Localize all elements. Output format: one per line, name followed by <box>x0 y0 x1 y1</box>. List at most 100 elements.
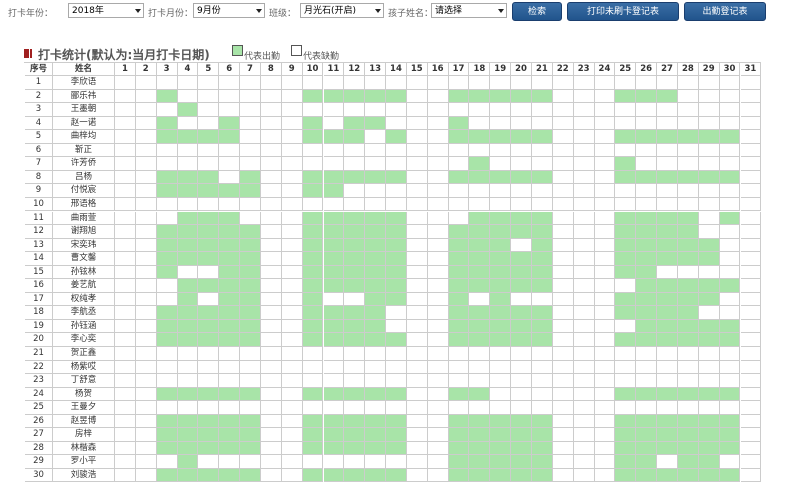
day-absent-cell <box>573 103 595 117</box>
day-absent-cell <box>552 306 574 320</box>
child-select[interactable]: 请选择 <box>431 3 507 18</box>
day-present-cell <box>302 333 324 347</box>
day-present-cell <box>365 225 387 239</box>
day-absent-cell <box>115 76 136 90</box>
day-present-cell <box>469 130 491 144</box>
day-present-cell <box>240 414 261 429</box>
day-present-cell <box>219 116 241 131</box>
print-unswiped-button[interactable]: 打印未刷卡登记表 <box>567 2 679 21</box>
row-name: 许芳侨 <box>53 157 115 171</box>
day-present-cell <box>490 170 512 185</box>
day-present-cell <box>532 238 553 253</box>
day-absent-cell <box>260 360 282 375</box>
day-absent-cell <box>740 103 762 117</box>
day-absent-cell <box>636 374 658 388</box>
row-name: 孙铉林 <box>53 265 115 280</box>
day-present-cell <box>323 238 345 253</box>
day-absent-cell <box>677 184 699 198</box>
day-absent-cell <box>552 292 574 307</box>
day-absent-cell <box>573 428 595 442</box>
row-seq: 2 <box>25 89 53 104</box>
day-absent-cell <box>406 279 428 293</box>
day-absent-cell <box>240 157 261 171</box>
day-absent-cell <box>594 401 616 415</box>
day-absent-cell <box>323 374 345 388</box>
header-day: 1 <box>115 63 136 76</box>
day-present-cell <box>636 306 658 320</box>
day-absent-cell <box>719 360 741 375</box>
day-absent-cell <box>177 116 199 131</box>
attendance-register-button[interactable]: 出勤登记表 <box>684 2 766 21</box>
day-absent-cell <box>219 347 241 361</box>
day-absent-cell <box>156 360 178 375</box>
day-present-cell <box>198 252 220 266</box>
day-present-cell <box>156 252 178 266</box>
day-present-cell <box>198 130 220 144</box>
day-absent-cell <box>677 265 699 280</box>
day-absent-cell <box>448 76 470 90</box>
day-absent-cell <box>135 238 157 253</box>
day-absent-cell <box>615 360 637 375</box>
day-present-cell <box>198 184 220 198</box>
header-day: 24 <box>594 63 616 76</box>
day-present-cell <box>386 468 407 483</box>
day-absent-cell <box>636 401 658 415</box>
row-name: 李心奕 <box>53 333 115 347</box>
day-absent-cell <box>281 292 303 307</box>
day-present-cell <box>156 116 178 131</box>
day-absent-cell <box>594 360 616 375</box>
day-absent-cell <box>281 103 303 117</box>
day-absent-cell <box>636 143 658 158</box>
year-label: 打卡年份： <box>8 9 54 19</box>
day-present-cell <box>365 468 387 483</box>
day-absent-cell <box>365 455 387 469</box>
day-absent-cell <box>740 238 762 253</box>
day-absent-cell <box>740 387 762 402</box>
day-absent-cell <box>260 130 282 144</box>
year-select[interactable]: 2018年 <box>68 3 144 18</box>
day-present-cell <box>490 279 512 293</box>
day-present-cell <box>698 292 720 307</box>
day-present-cell <box>511 265 532 280</box>
day-absent-cell <box>260 157 282 171</box>
day-present-cell <box>177 428 199 442</box>
day-absent-cell <box>344 103 366 117</box>
day-present-cell <box>156 306 178 320</box>
day-absent-cell <box>573 441 595 456</box>
month-select[interactable]: 9月份 <box>193 3 265 18</box>
day-absent-cell <box>573 143 595 158</box>
day-absent-cell <box>156 455 178 469</box>
day-absent-cell <box>552 279 574 293</box>
day-present-cell <box>344 116 366 131</box>
day-absent-cell <box>552 441 574 456</box>
day-absent-cell <box>657 76 678 90</box>
day-absent-cell <box>427 414 449 429</box>
day-present-cell <box>323 170 345 185</box>
search-button[interactable]: 检索 <box>512 2 562 21</box>
day-present-cell <box>448 306 470 320</box>
day-absent-cell <box>615 347 637 361</box>
row-seq: 17 <box>25 292 53 307</box>
day-absent-cell <box>386 374 407 388</box>
row-seq: 20 <box>25 333 53 347</box>
day-absent-cell <box>198 455 220 469</box>
day-absent-cell <box>552 116 574 131</box>
day-present-cell <box>636 279 658 293</box>
day-absent-cell <box>281 441 303 456</box>
day-absent-cell <box>198 347 220 361</box>
class-select[interactable]: 月光石(开启) <box>300 3 384 18</box>
day-absent-cell <box>115 455 136 469</box>
day-present-cell <box>198 428 220 442</box>
day-absent-cell <box>469 76 491 90</box>
day-present-cell <box>490 319 512 334</box>
day-present-cell <box>219 252 241 266</box>
chevron-down-icon <box>498 9 504 13</box>
day-absent-cell <box>406 76 428 90</box>
day-absent-cell <box>386 143 407 158</box>
day-absent-cell <box>156 103 178 117</box>
day-absent-cell <box>323 143 345 158</box>
day-absent-cell <box>240 130 261 144</box>
day-present-cell <box>365 387 387 402</box>
day-absent-cell <box>135 319 157 334</box>
day-absent-cell <box>219 157 241 171</box>
